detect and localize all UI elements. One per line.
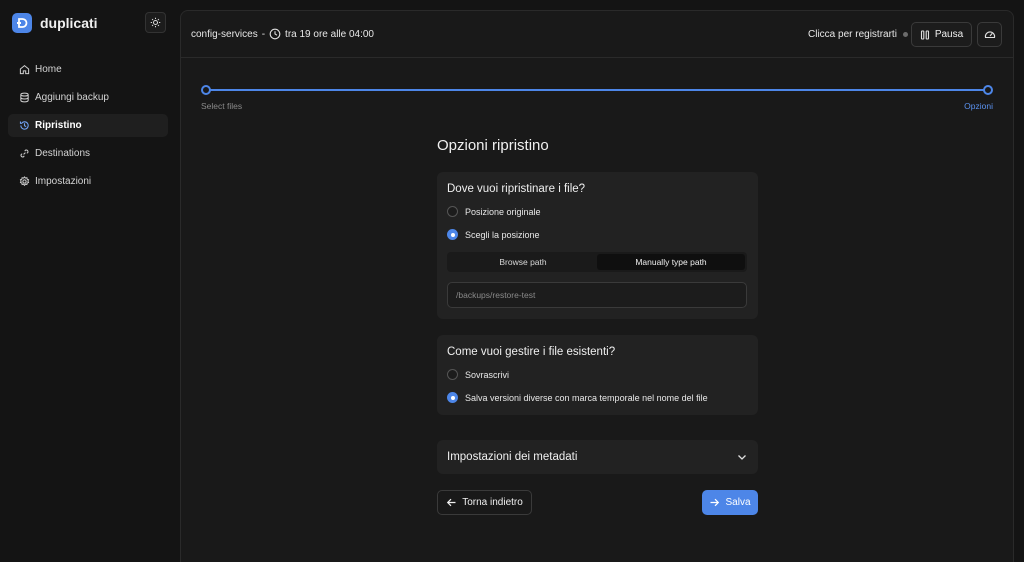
arrow-right-icon (709, 497, 720, 508)
sidebar-nav: Home Aggiungi backup Ripristino Destinat… (8, 58, 168, 198)
clock-icon (269, 28, 281, 40)
sidebar-item-add-backup[interactable]: Aggiungi backup (8, 86, 168, 109)
radio-button[interactable] (447, 206, 458, 217)
register-label: Clicca per registrarti (808, 29, 897, 40)
throttle-button[interactable] (977, 22, 1002, 47)
path-mode-toggle: Browse path Manually type path (447, 252, 747, 272)
backup-name[interactable]: config-services (191, 29, 258, 40)
radio-label: Scegli la posizione (465, 229, 540, 240)
database-icon (18, 92, 30, 104)
restore-options-form: Opzioni ripristino Dove vuoi ripristinar… (437, 137, 758, 515)
status-dot (902, 32, 908, 37)
radio-choose-location[interactable]: Scegli la posizione (447, 229, 540, 240)
pause-button[interactable]: Pausa (911, 22, 972, 47)
duplicati-logo-icon (12, 13, 32, 33)
pause-label: Pausa (934, 29, 964, 40)
history-icon (18, 120, 30, 132)
theme-toggle-button[interactable] (145, 12, 166, 33)
brand[interactable]: duplicati (12, 12, 98, 34)
radio-label: Sovrascrivi (465, 369, 510, 380)
destination-title: Dove vuoi ripristinare i file? (447, 183, 586, 195)
register-link[interactable]: Clicca per registrarti (808, 29, 908, 40)
sidebar-item-label: Destinations (35, 148, 91, 159)
sidebar-item-label: Home (35, 64, 62, 75)
destination-card: Dove vuoi ripristinare i file? Posizione… (437, 172, 758, 319)
chevron-down-icon (736, 451, 748, 463)
home-icon (18, 64, 30, 76)
gauge-icon (984, 29, 996, 41)
radio-label: Posizione originale (465, 206, 541, 217)
sidebar-item-settings[interactable]: Impostazioni (8, 170, 168, 193)
radio-button[interactable] (447, 392, 458, 403)
radio-button[interactable] (447, 229, 458, 240)
breadcrumb-separator: - (261, 28, 266, 40)
link-icon (18, 148, 30, 160)
step-label-options[interactable]: Opzioni (964, 101, 993, 111)
back-button[interactable]: Torna indietro (437, 490, 532, 515)
step-label-select-files[interactable]: Select files (201, 101, 242, 111)
page-title: Opzioni ripristino (437, 137, 549, 154)
save-label: Salva (725, 497, 751, 508)
sidebar-item-label: Ripristino (35, 120, 82, 131)
sidebar-item-label: Aggiungi backup (35, 92, 109, 103)
radio-original-location[interactable]: Posizione originale (447, 206, 541, 217)
step-dot-options[interactable] (983, 85, 993, 95)
sidebar: duplicati Home Aggiungi backup Ripristin… (0, 0, 180, 562)
app-name: duplicati (40, 15, 98, 31)
sidebar-item-label: Impostazioni (35, 176, 92, 187)
browse-path-tab[interactable]: Browse path (449, 254, 597, 270)
metadata-title: Impostazioni dei metadati (447, 451, 578, 463)
restore-path-input[interactable] (447, 282, 747, 308)
sidebar-item-restore[interactable]: Ripristino (8, 114, 168, 137)
top-bar: config-services - tra 19 ore alle 04:00 … (181, 11, 1013, 58)
schedule-text: tra 19 ore alle 04:00 (285, 28, 374, 40)
stepper-line (205, 89, 989, 91)
manual-path-tab[interactable]: Manually type path (597, 254, 745, 270)
sidebar-item-home[interactable]: Home (8, 58, 168, 81)
save-button[interactable]: Salva (702, 490, 758, 515)
back-label: Torna indietro (462, 497, 523, 508)
step-dot-select-files[interactable] (201, 85, 211, 95)
pause-icon (920, 29, 930, 40)
sun-icon (150, 17, 161, 28)
radio-save-versions[interactable]: Salva versioni diverse con marca tempora… (447, 392, 708, 403)
backup-breadcrumb: config-services - tra 19 ore alle 04:00 (191, 28, 374, 40)
gear-icon (18, 176, 30, 188)
existing-files-title: Come vuoi gestire i file esistenti? (447, 346, 616, 358)
existing-files-card: Come vuoi gestire i file esistenti? Sovr… (437, 335, 758, 415)
metadata-settings-accordion[interactable]: Impostazioni dei metadati (437, 440, 758, 474)
radio-button[interactable] (447, 369, 458, 380)
sidebar-item-destinations[interactable]: Destinations (8, 142, 168, 165)
progress-stepper: Select files Opzioni (201, 85, 993, 115)
radio-label: Salva versioni diverse con marca tempora… (465, 392, 708, 403)
main-panel: config-services - tra 19 ore alle 04:00 … (180, 10, 1014, 562)
radio-overwrite[interactable]: Sovrascrivi (447, 369, 509, 380)
arrow-left-icon (446, 497, 457, 508)
